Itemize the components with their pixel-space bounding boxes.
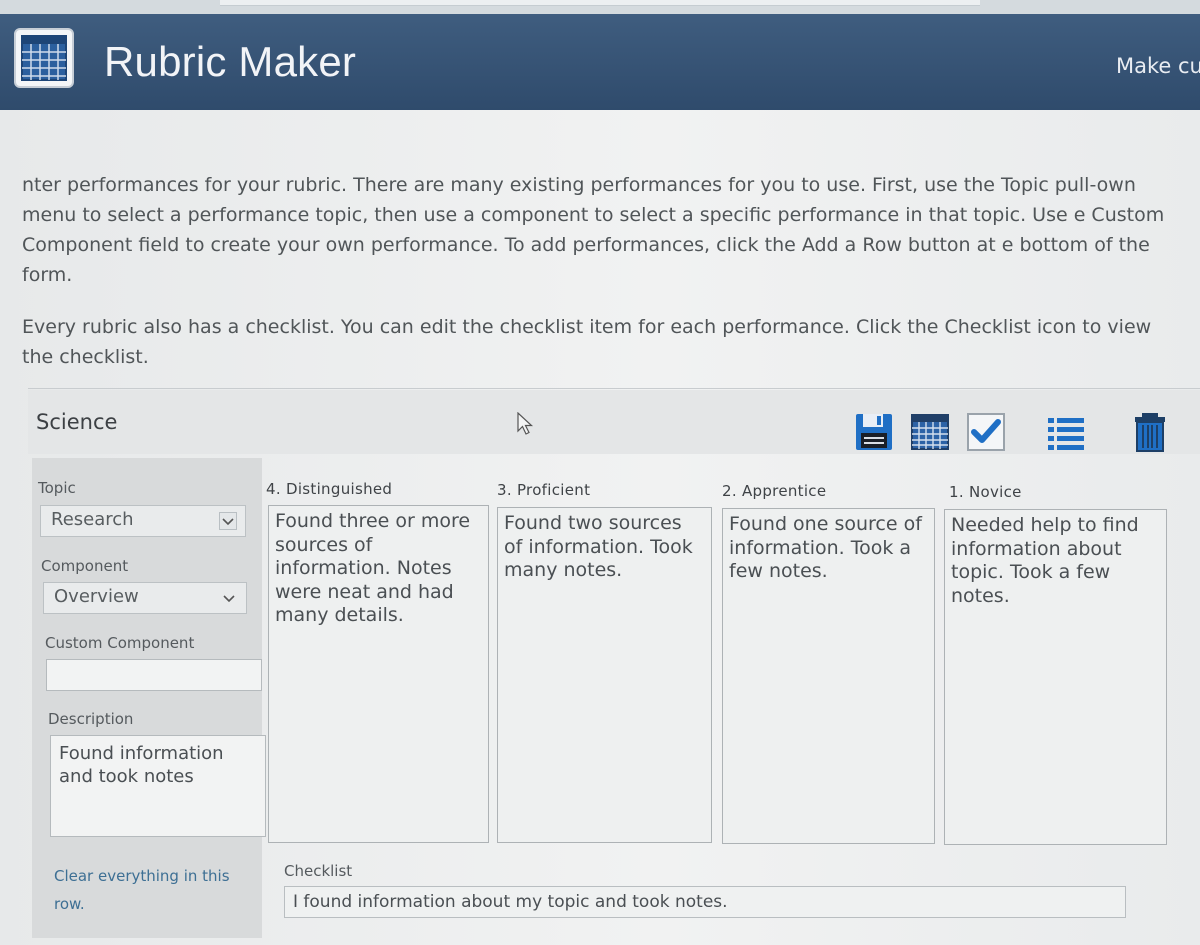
description-label: Description [48, 710, 134, 728]
component-label: Component [41, 557, 129, 575]
list-icon[interactable] [1046, 412, 1086, 452]
mouse-pointer-icon [517, 412, 534, 435]
app-header: Rubric Maker Make cu [0, 14, 1200, 110]
browser-tab-edge [220, 0, 980, 6]
description-textarea[interactable]: Found information and took notes [50, 735, 266, 837]
custom-component-label: Custom Component [45, 634, 195, 652]
level-label-distinguished: 4. Distinguished [266, 480, 393, 498]
component-select[interactable]: Overview [43, 582, 247, 614]
app-title: Rubric Maker [104, 38, 357, 85]
header-nav-link[interactable]: Make cu [1116, 54, 1200, 78]
level-text-apprentice[interactable]: Found one source of information. Took a … [722, 508, 935, 844]
component-select-value: Overview [54, 586, 139, 607]
level-label-apprentice: 2. Apprentice [722, 482, 827, 500]
level-label-novice: 1. Novice [949, 483, 1022, 501]
topic-label: Topic [38, 479, 76, 497]
chevron-down-icon [219, 512, 237, 530]
browser-top-strip [0, 0, 1200, 14]
clear-row-link[interactable]: Clear everything in this row. [54, 862, 254, 918]
custom-component-input[interactable] [46, 659, 262, 691]
checkmark-icon[interactable] [966, 412, 1006, 452]
level-text-novice[interactable]: Needed help to find information about to… [944, 509, 1167, 845]
intro-paragraph-2: Every rubric also has a checklist. You c… [22, 316, 1152, 368]
level-text-proficient[interactable]: Found two sources of information. Took m… [497, 507, 712, 843]
subject-title: Science [36, 410, 118, 434]
topic-select-value: Research [51, 509, 134, 530]
topic-select[interactable]: Research [40, 505, 246, 537]
checklist-label: Checklist [284, 862, 353, 880]
checklist-input[interactable]: I found information about my topic and t… [284, 886, 1126, 918]
level-label-proficient: 3. Proficient [497, 481, 591, 499]
intro-paragraph-1: nter performances for your rubric. There… [22, 174, 1165, 286]
rubric-panel-header: Science [28, 390, 1200, 454]
save-icon[interactable] [854, 412, 894, 452]
trash-icon[interactable] [1130, 412, 1170, 452]
chevron-down-icon [223, 595, 235, 603]
grid-icon[interactable] [910, 412, 950, 452]
intro-text: nter performances for your rubric. There… [22, 170, 1182, 372]
level-text-distinguished[interactable]: Found three or more sources of informati… [268, 505, 489, 843]
rubric-grid-logo-icon [14, 28, 74, 88]
section-divider [28, 388, 1200, 389]
